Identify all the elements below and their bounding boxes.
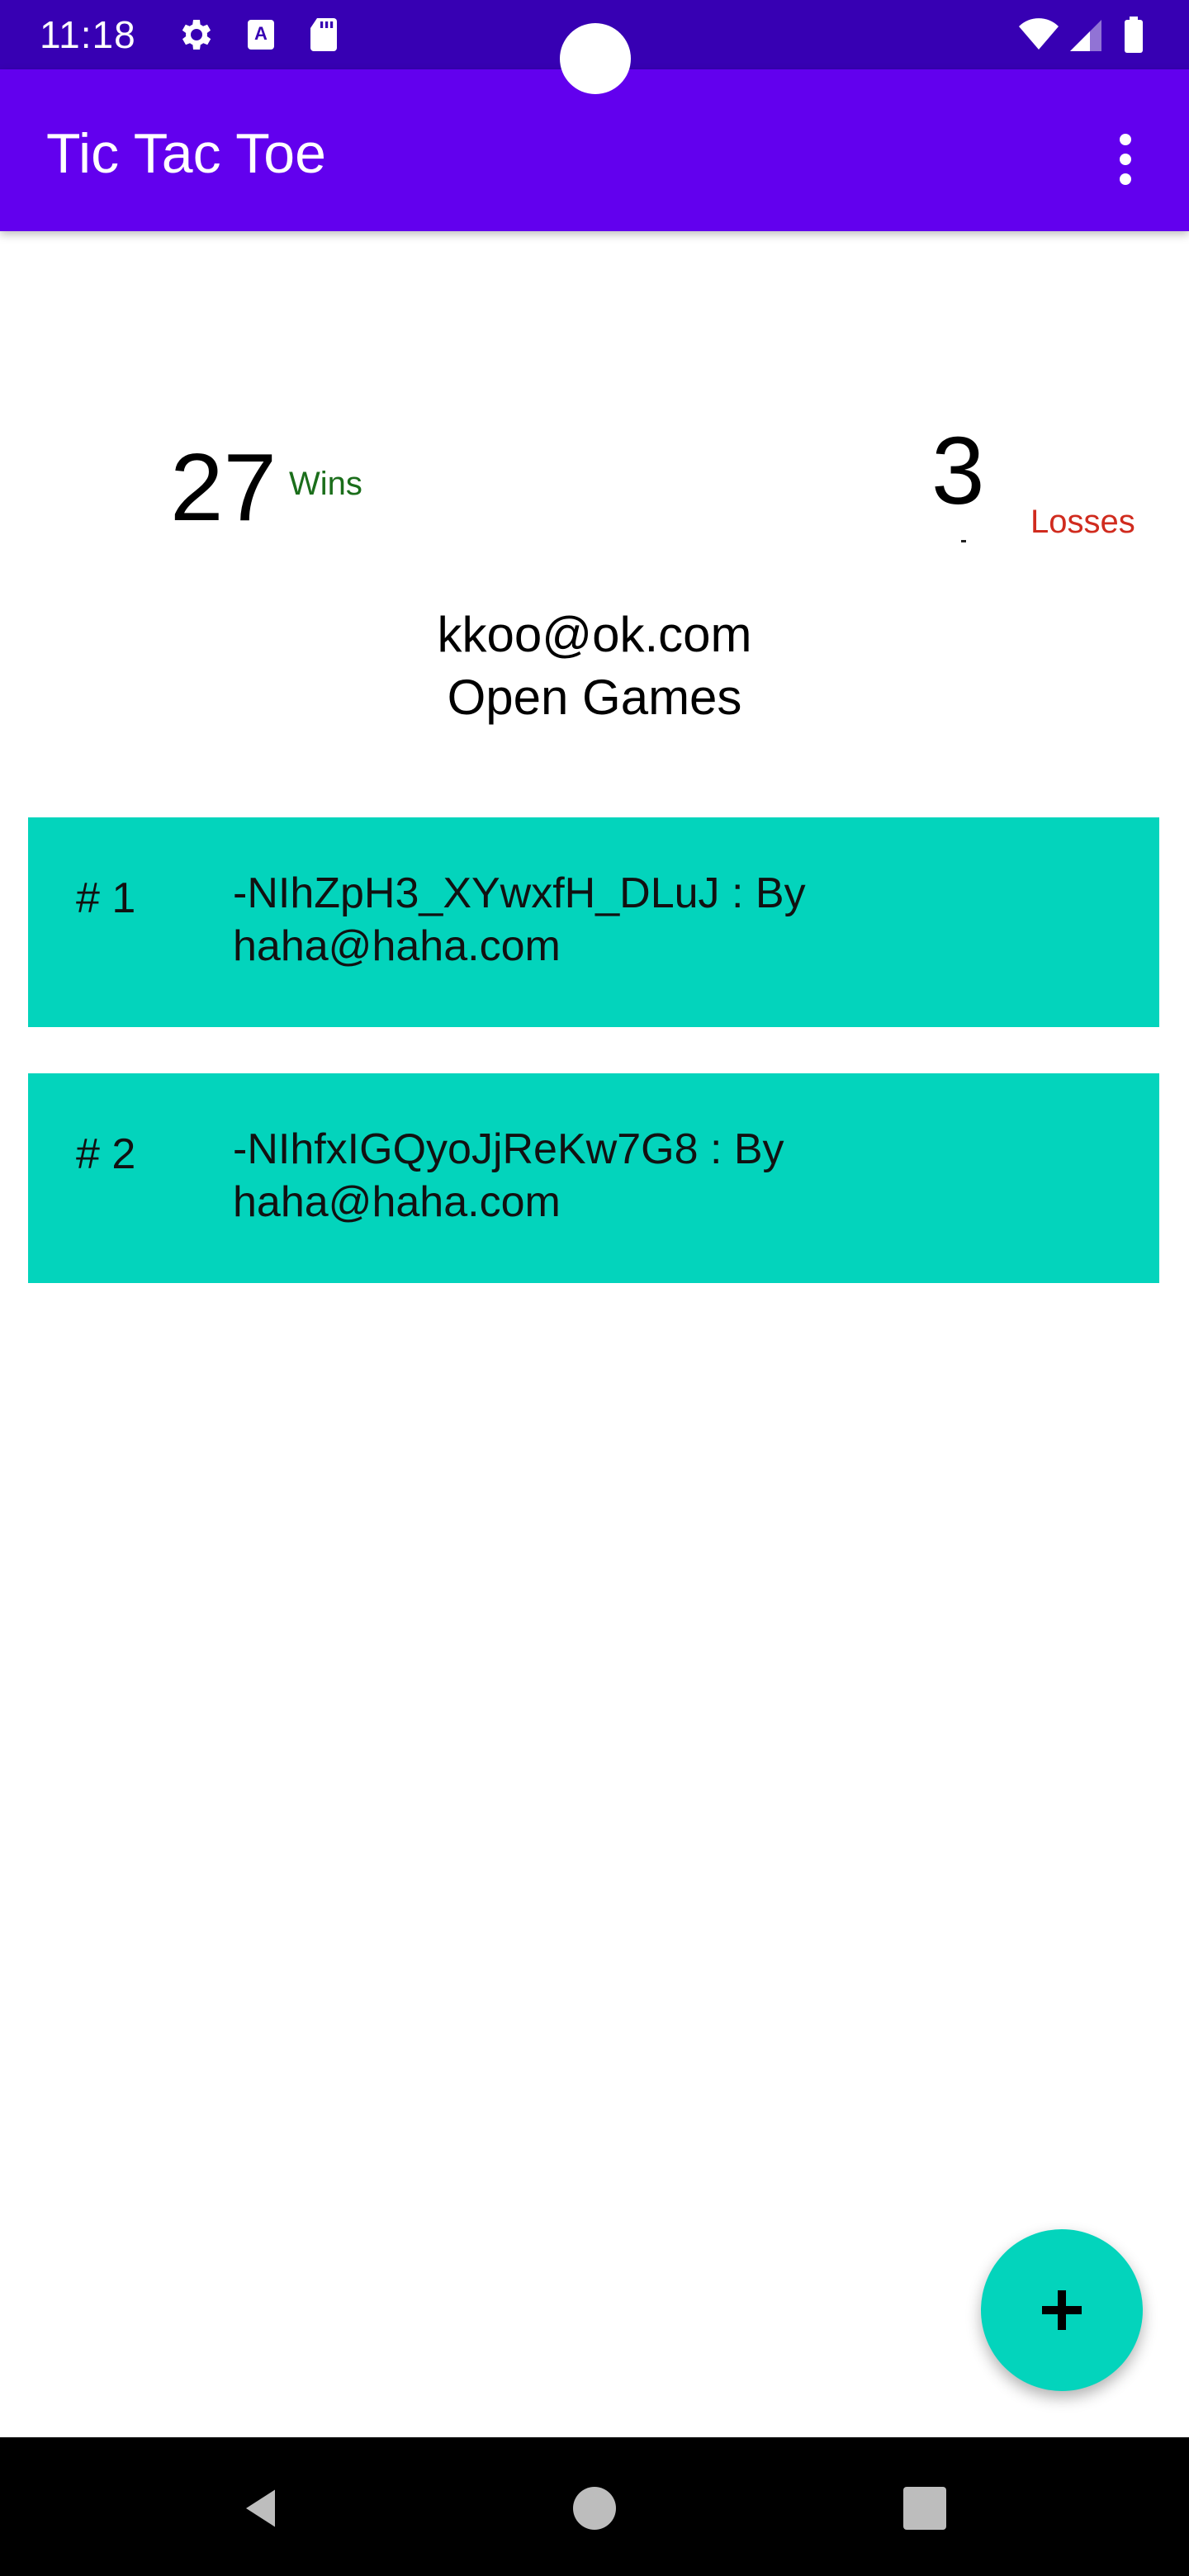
wifi-icon (1017, 15, 1059, 54)
camera-cutout (560, 23, 631, 94)
plus-icon-stem (1058, 2290, 1066, 2330)
divider-mark (961, 540, 966, 542)
add-game-button[interactable] (981, 2229, 1143, 2391)
game-number: # 2 (76, 1130, 136, 1178)
system-nav-bar (0, 2437, 1189, 2576)
svg-text:A: A (254, 23, 268, 44)
cell-signal-icon (1068, 15, 1108, 54)
back-icon[interactable] (238, 2484, 287, 2533)
game-description: -NIhZpH3_XYwxfH_DLuJ : By haha@haha.com (233, 869, 806, 970)
battery-icon (1121, 15, 1161, 54)
user-email: kkoo@ok.com (437, 607, 752, 662)
list-item[interactable]: # 1 -NIhZpH3_XYwxfH_DLuJ : By haha@haha.… (28, 817, 1159, 1027)
gear-icon (175, 15, 215, 54)
a-keyboard-icon: A (241, 15, 281, 54)
sd-card-icon (304, 15, 343, 54)
status-time: 11:18 (40, 13, 136, 56)
home-icon[interactable] (573, 2487, 616, 2530)
losses-count: 3 (931, 417, 985, 524)
recents-icon[interactable] (903, 2487, 946, 2530)
open-games-title: Open Games (447, 670, 742, 725)
game-number: # 1 (76, 874, 136, 922)
more-vert-icon[interactable] (1103, 119, 1149, 198)
game-description: -NIhfxIGQyoJjReKw7G8 : By haha@haha.com (233, 1125, 784, 1226)
wins-label: Wins (289, 466, 362, 502)
losses-label: Losses (1030, 504, 1135, 540)
wins-count: 27 (170, 433, 277, 541)
app-title: Tic Tac Toe (46, 122, 326, 185)
list-item[interactable]: # 2 -NIhfxIGQyoJjReKw7G8 : By haha@haha.… (28, 1073, 1159, 1283)
